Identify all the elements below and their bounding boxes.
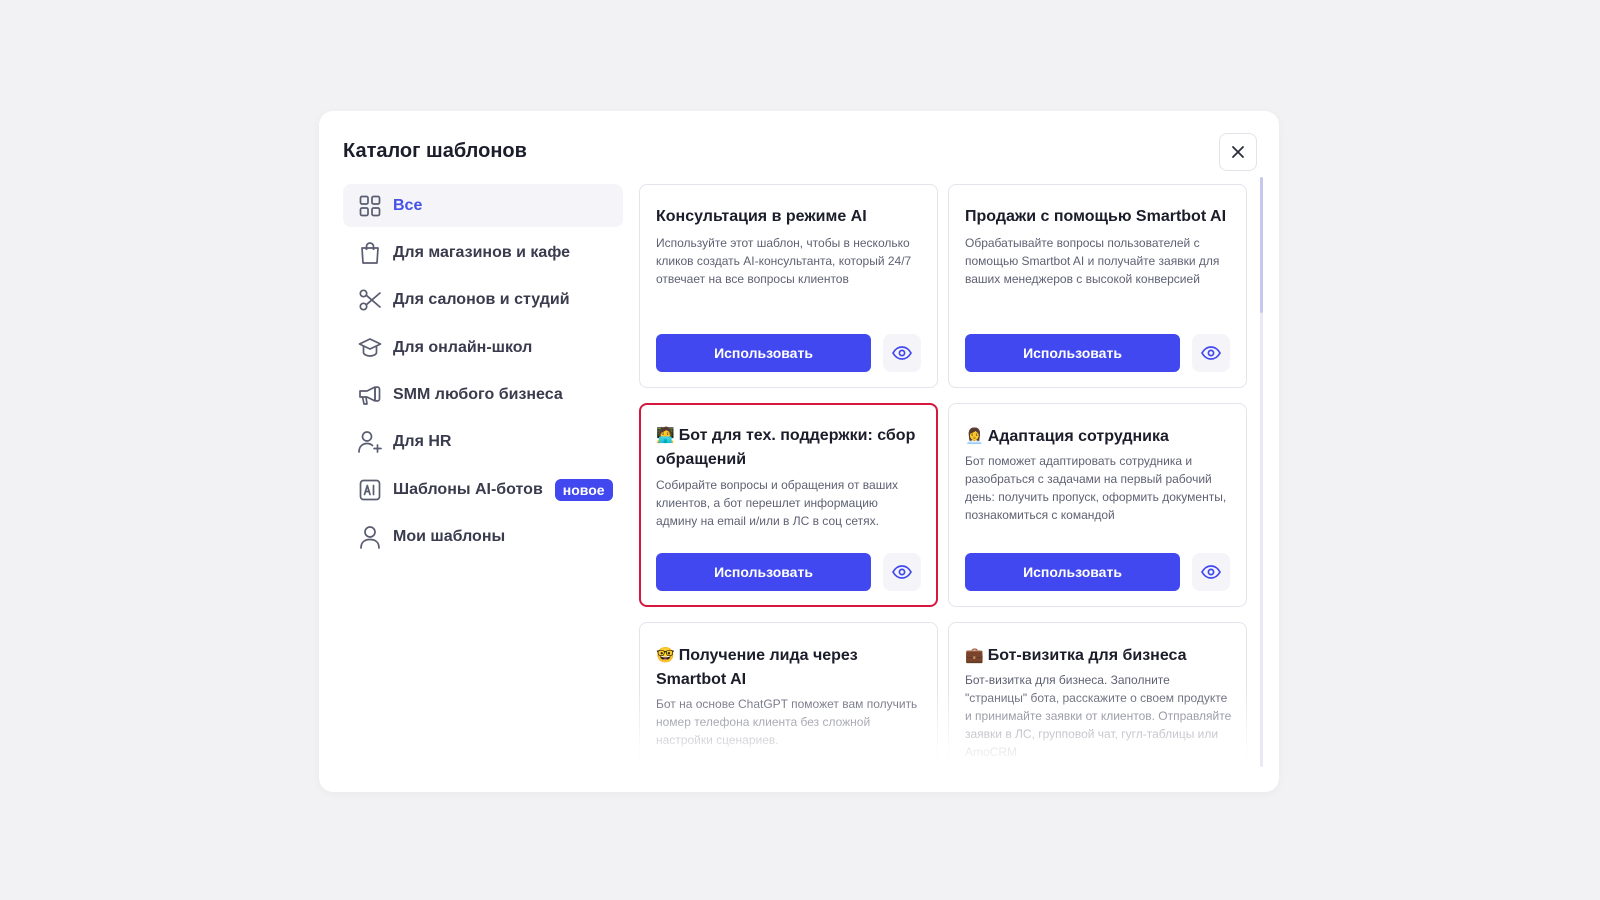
category-ai-bot-templates[interactable]: Шаблоны AI-ботов новое: [343, 468, 623, 511]
preview-button[interactable]: [1192, 553, 1230, 591]
category-label: Для магазинов и кафе: [393, 243, 571, 261]
briefcase-icon: 💼: [965, 646, 984, 664]
eye-icon: [1201, 346, 1221, 360]
eye-icon: [892, 346, 912, 360]
card-title: 🤓 Получение лида через Smartbot AI: [656, 646, 858, 688]
card-title: Консультация в режиме AI: [656, 208, 867, 225]
grid-icon: [357, 193, 383, 219]
close-icon: [1232, 146, 1244, 158]
card-description: Собирайте вопросы и обращения от ваших к…: [656, 478, 899, 528]
use-template-button[interactable]: Использовать: [965, 553, 1180, 591]
category-label: Для салонов и студий: [393, 291, 570, 309]
category-label: Шаблоны AI-ботов: [393, 480, 543, 498]
category-shops-cafes[interactable]: Для магазинов и кафе: [343, 231, 623, 274]
preview-button[interactable]: [1192, 334, 1230, 372]
category-label: Для HR: [393, 433, 452, 451]
technologist-icon: 🧑‍💻: [656, 426, 675, 444]
user-plus-icon: [357, 429, 383, 455]
card-title: Продажи с помощью Smartbot AI: [965, 208, 1227, 225]
modal-title: Каталог шаблонов: [343, 140, 527, 162]
card-title: 👩‍💼 Адаптация сотрудника: [965, 427, 1169, 445]
eye-icon: [892, 565, 912, 579]
category-sidebar: Все Для магазинов и кафе Для салонов и с…: [343, 184, 623, 563]
category-all[interactable]: Все: [343, 184, 623, 227]
close-button[interactable]: [1219, 133, 1257, 171]
shopping-bag-icon: [357, 240, 383, 266]
scrollbar-thumb[interactable]: [1260, 177, 1263, 313]
card-description: Бот-визитка для бизнеса. Заполните "стра…: [965, 673, 1232, 759]
category-label: SMM любого бизнеса: [393, 386, 563, 404]
template-catalog-modal: Каталог шаблонов Все Для магазинов и каф…: [319, 111, 1279, 792]
user-icon: [357, 524, 383, 550]
office-worker-icon: 👩‍💼: [965, 427, 984, 445]
card-title: 🧑‍💻 Бот для тех. поддержки: сбор обращени…: [656, 426, 916, 468]
nerd-face-icon: 🤓: [656, 646, 675, 664]
card-title: 💼 Бот-визитка для бизнеса: [965, 646, 1187, 664]
category-my-templates[interactable]: Мои шаблоны: [343, 516, 623, 559]
eye-icon: [1201, 565, 1221, 579]
card-description: Бот поможет адаптировать сотрудника и ра…: [965, 454, 1227, 522]
category-hr[interactable]: Для HR: [343, 421, 623, 464]
new-badge: новое: [554, 478, 613, 501]
card-description: Обрабатывайте вопросы пользователей с по…: [965, 236, 1220, 286]
template-cards-grid: Консультация в режиме AI Используйте это…: [639, 184, 1247, 762]
scrollbar[interactable]: [1260, 177, 1263, 767]
category-smm[interactable]: SMM любого бизнеса: [343, 374, 623, 417]
use-template-button[interactable]: Использовать: [656, 553, 871, 591]
preview-button[interactable]: [883, 334, 921, 372]
graduation-cap-icon: [357, 335, 383, 361]
megaphone-icon: [357, 382, 383, 408]
card-description: Используйте этот шаблон, чтобы в несколь…: [656, 236, 912, 286]
template-card[interactable]: 🤓 Получение лида через Smartbot AI Бот на…: [639, 622, 938, 762]
use-template-button[interactable]: Использовать: [965, 334, 1180, 372]
category-salons-studios[interactable]: Для салонов и студий: [343, 279, 623, 322]
template-card[interactable]: 💼 Бот-визитка для бизнеса Бот-визитка для…: [948, 622, 1247, 762]
template-card[interactable]: Консультация в режиме AI Используйте это…: [639, 184, 938, 388]
ai-icon: [357, 477, 383, 503]
template-card[interactable]: 👩‍💼 Адаптация сотрудника Бот поможет адап…: [948, 403, 1247, 607]
scissors-icon: [357, 287, 383, 313]
preview-button[interactable]: [883, 553, 921, 591]
category-label: Все: [393, 196, 423, 214]
template-card-selected[interactable]: 🧑‍💻 Бот для тех. поддержки: сбор обращени…: [639, 403, 938, 607]
use-template-button[interactable]: Использовать: [656, 334, 871, 372]
category-online-schools[interactable]: Для онлайн-школ: [343, 326, 623, 369]
category-label: Для онлайн-школ: [393, 338, 533, 356]
card-description: Бот на основе ChatGPT поможет вам получи…: [656, 697, 918, 747]
category-label: Мои шаблоны: [393, 528, 506, 546]
template-card[interactable]: Продажи с помощью Smartbot AI Обрабатыва…: [948, 184, 1247, 388]
